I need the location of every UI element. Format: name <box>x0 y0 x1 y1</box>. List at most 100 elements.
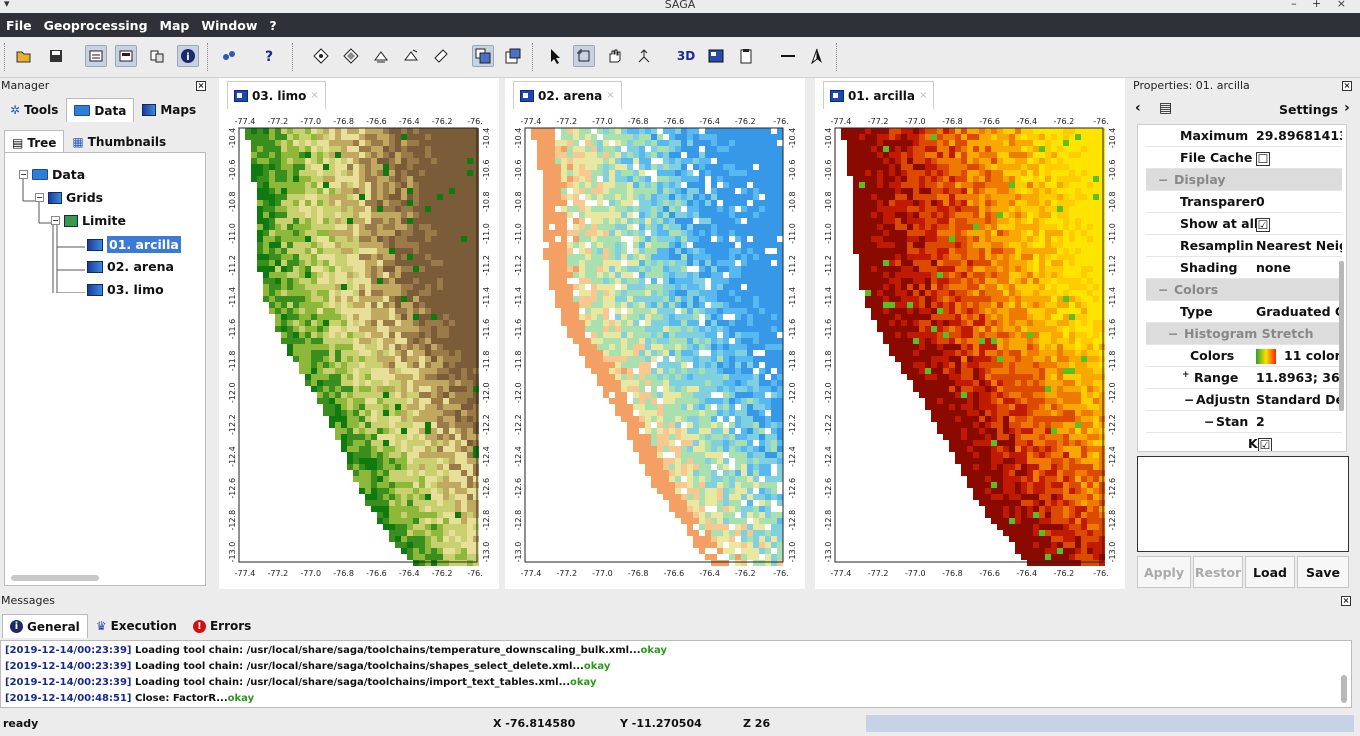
raster-cell <box>549 146 555 152</box>
legend-icon[interactable] <box>472 45 494 67</box>
raster-cell <box>771 140 777 146</box>
raster-cell <box>1087 170 1093 176</box>
tab-maps[interactable]: Maps <box>134 98 204 122</box>
raster-cell <box>419 134 425 140</box>
raster-cell <box>437 368 443 374</box>
raster-cell <box>281 290 287 296</box>
pan-zoom-icon[interactable] <box>633 45 655 67</box>
menu-window[interactable]: Window <box>195 13 263 33</box>
raster-cell <box>747 170 753 176</box>
raster-cell <box>413 380 419 386</box>
map-tab-arcilla[interactable]: 01. arcilla × <box>823 81 935 109</box>
raster-cell <box>311 236 317 242</box>
open-icon[interactable] <box>13 45 35 67</box>
raster-cell <box>777 518 783 524</box>
raster-cell <box>747 422 753 428</box>
tree-node-limite[interactable]: − Limite <box>51 213 126 228</box>
y-tick-label: -10.6 <box>514 159 523 180</box>
manager-icon[interactable] <box>85 45 107 67</box>
raster-cell <box>329 164 335 170</box>
menu-map[interactable]: Map <box>154 13 196 33</box>
collapse-icon[interactable]: − <box>51 216 60 225</box>
zoom-last-icon[interactable] <box>370 45 392 67</box>
map-tab-limo[interactable]: 03. limo × <box>227 81 326 109</box>
menu-geoprocessing[interactable]: Geoprocessing <box>38 13 154 33</box>
tree-scrollbar[interactable] <box>11 575 99 581</box>
tab-data[interactable]: Data <box>66 98 135 122</box>
raster-cell <box>573 176 579 182</box>
raster-cell <box>431 380 437 386</box>
tab-tree[interactable]: ▤ Tree <box>4 130 65 154</box>
pan-icon[interactable] <box>603 45 625 67</box>
select-icon[interactable] <box>545 45 567 67</box>
zoom-active-icon[interactable] <box>340 45 362 67</box>
layout-icon[interactable] <box>705 45 727 67</box>
3d-icon[interactable]: 3D <box>675 45 697 67</box>
raster-cell <box>401 380 407 386</box>
close-tab-icon[interactable]: × <box>310 90 318 101</box>
raster-cell <box>765 548 771 554</box>
raster-cell <box>1015 134 1021 140</box>
raster-cell <box>449 260 455 266</box>
data-source-icon[interactable] <box>146 45 168 67</box>
raster-cell <box>467 230 473 236</box>
raster-cell <box>449 482 455 488</box>
raster-cell <box>777 368 783 374</box>
manager-close-icon[interactable]: × <box>196 81 206 91</box>
raster-cell <box>777 428 783 434</box>
clipboard-icon[interactable] <box>735 45 757 67</box>
raster-cell <box>735 296 741 302</box>
overview-icon[interactable] <box>502 45 524 67</box>
raster-cell <box>871 176 877 182</box>
menu-file[interactable]: File <box>0 13 38 33</box>
north-icon[interactable] <box>806 45 828 67</box>
distance-icon[interactable] <box>777 45 799 67</box>
raster-cell <box>765 176 771 182</box>
raster-cell <box>377 146 383 152</box>
raster-cell <box>401 356 407 362</box>
tools-icon[interactable] <box>218 45 240 67</box>
close-tab-icon[interactable]: × <box>606 90 614 101</box>
raster-cell <box>919 128 925 134</box>
zoom-next-icon[interactable] <box>400 45 422 67</box>
messages-icon[interactable] <box>115 45 137 67</box>
raster-cell <box>765 320 771 326</box>
tree-node-arena[interactable]: 02. arena <box>87 259 174 274</box>
close-tab-icon[interactable]: × <box>919 90 927 101</box>
raster-cell <box>395 158 401 164</box>
collapse-icon[interactable]: − <box>19 170 28 179</box>
raster-cell <box>467 464 473 470</box>
raster-cell <box>663 374 669 380</box>
raster-cell <box>353 428 359 434</box>
tree-node-grids[interactable]: − Grids <box>35 190 103 205</box>
raster-cell <box>681 440 687 446</box>
tree-node-arcilla[interactable]: 01. arcilla <box>87 236 181 253</box>
help-icon[interactable]: ? <box>258 45 280 67</box>
raster-cell <box>729 134 735 140</box>
map-view[interactable]: -77.4-77.4-77.2-77.2-77.0-77.0-76.8-76.8… <box>815 110 1125 590</box>
raster-cell <box>663 284 669 290</box>
raster-cell <box>771 530 777 536</box>
tree-node-data[interactable]: − Data <box>19 167 85 182</box>
raster-cell <box>347 272 353 278</box>
map-view[interactable]: -77.4-77.4-77.2-77.2-77.0-77.0-76.8-76.8… <box>219 110 499 590</box>
raster-cell <box>263 284 269 290</box>
tab-thumbnails[interactable]: ▦ Thumbnails <box>64 130 174 154</box>
map-tab-arena[interactable]: 02. arena × <box>513 81 622 109</box>
synchronize-icon[interactable] <box>430 45 452 67</box>
zoom-full-icon[interactable] <box>310 45 332 67</box>
save-icon[interactable] <box>45 45 67 67</box>
raster-cell <box>645 332 651 338</box>
menu-help[interactable]: ? <box>263 13 282 33</box>
tab-tools[interactable]: ✲ Tools <box>2 98 66 122</box>
map-view[interactable]: -77.4-77.4-77.2-77.2-77.0-77.0-76.8-76.8… <box>505 110 805 590</box>
zoom-icon[interactable] <box>573 45 595 67</box>
properties-icon[interactable]: i <box>177 45 199 67</box>
window-controls[interactable]: – + × <box>1291 0 1352 10</box>
tree-node-limo[interactable]: 03. limo <box>87 282 164 297</box>
raster-cell <box>413 518 419 524</box>
raster-cell <box>753 194 759 200</box>
y-tick-label: -13.0 <box>788 542 797 563</box>
collapse-icon[interactable]: − <box>35 193 44 202</box>
raster-cell <box>651 464 657 470</box>
